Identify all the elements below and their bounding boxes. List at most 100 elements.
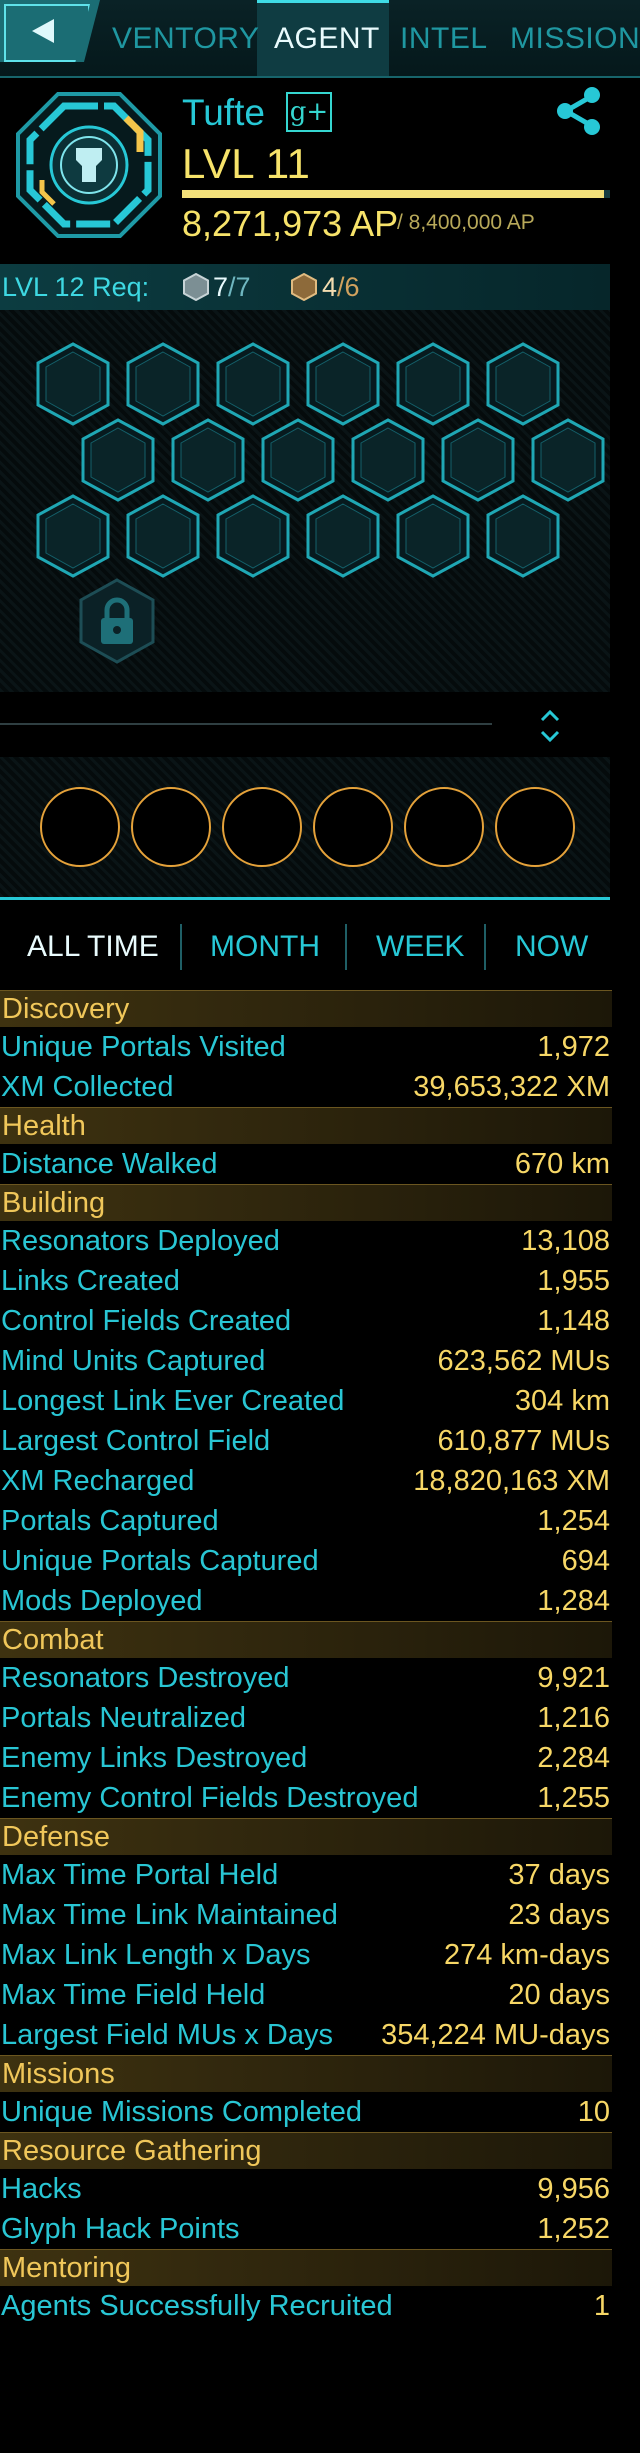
stat-row: Agents Successfully Recruited 1 — [0, 2286, 612, 2326]
stat-label: Unique Missions Completed — [1, 2096, 363, 2128]
agent-stats: Discovery Unique Portals Visited 1,972 XM C… — [0, 990, 612, 2326]
silver-have: 7 — [213, 272, 229, 302]
stat-label: Max Time Link Maintained — [1, 1899, 338, 1931]
stat-label: Max Time Portal Held — [1, 1859, 279, 1891]
stat-value: 610,877 MUs — [437, 1425, 611, 1457]
stat-label: Longest Link Ever Created — [1, 1385, 345, 1417]
stat-value: 9,956 — [537, 2173, 610, 2205]
section-header-missions: Missions — [0, 2055, 612, 2092]
filter-divider — [484, 924, 486, 970]
stat-value: 1,252 — [537, 2213, 610, 2245]
ap-max: / 8,400,000 AP — [397, 211, 535, 234]
share-icon[interactable] — [552, 84, 606, 138]
stat-label: Enemy Control Fields Destroyed — [1, 1782, 419, 1814]
mission-badge-rings — [0, 757, 610, 897]
gold-have: 4 — [322, 272, 338, 302]
stat-value: 670 km — [514, 1148, 610, 1180]
stat-label: XM Collected — [1, 1071, 174, 1103]
stat-label: Largest Field MUs x Days — [1, 2019, 333, 2051]
mission-badge-slot[interactable] — [404, 787, 484, 867]
filter-divider — [345, 924, 347, 970]
stat-row: Longest Link Ever Created 304 km — [0, 1381, 612, 1421]
stat-label: Distance Walked — [1, 1148, 218, 1180]
medal-slot[interactable] — [171, 418, 245, 502]
stat-row: Unique Missions Completed 10 — [0, 2092, 612, 2132]
stat-label: Unique Portals Visited — [1, 1031, 286, 1063]
medal-slot[interactable] — [126, 342, 200, 426]
stat-row: Mods Deployed 1,284 — [0, 1581, 612, 1621]
mission-badge-slot[interactable] — [313, 787, 393, 867]
medal-slot[interactable] — [531, 418, 605, 502]
stat-label: Unique Portals Captured — [1, 1545, 319, 1577]
tab-inventory[interactable]: VENTORY — [112, 22, 259, 56]
medal-slot[interactable] — [351, 418, 425, 502]
stat-row: XM Recharged 18,820,163 XM — [0, 1461, 612, 1501]
stat-value: 2,284 — [537, 1742, 610, 1774]
stat-row: XM Collected 39,653,322 XM — [0, 1067, 612, 1107]
medal-slot[interactable] — [261, 418, 335, 502]
medal-slot[interactable] — [441, 418, 515, 502]
medal-slot[interactable] — [216, 494, 290, 578]
stat-value: 304 km — [514, 1385, 610, 1417]
stat-label: Portals Neutralized — [1, 1702, 246, 1734]
time-filter-bar: ALL TIME MONTH WEEK NOW — [0, 897, 610, 989]
medal-scroll-strip — [0, 698, 610, 754]
stat-value: 18,820,163 XM — [413, 1465, 610, 1497]
gold-medal-icon — [291, 273, 317, 301]
stat-row: Links Created 1,955 — [0, 1261, 612, 1301]
stat-value: 1,955 — [537, 1265, 610, 1297]
stat-row: Mind Units Captured 623,562 MUs — [0, 1341, 612, 1381]
medal-slot[interactable] — [81, 418, 155, 502]
tab-intel[interactable]: INTEL — [400, 22, 488, 56]
mission-badge-slot[interactable] — [40, 787, 120, 867]
filter-week[interactable]: WEEK — [376, 930, 464, 964]
stat-label: Resonators Destroyed — [1, 1662, 290, 1694]
medal-slot[interactable] — [486, 494, 560, 578]
stat-value: 13,108 — [521, 1225, 610, 1257]
medal-slot[interactable] — [396, 342, 470, 426]
mission-badge-slot[interactable] — [131, 787, 211, 867]
stat-value: 694 — [561, 1545, 610, 1577]
expand-collapse-icon[interactable] — [538, 702, 562, 750]
stat-value: 1,255 — [537, 1782, 610, 1814]
medal-slot[interactable] — [36, 494, 110, 578]
filter-month[interactable]: MONTH — [210, 930, 320, 964]
medal-grid — [0, 310, 610, 692]
back-button[interactable] — [0, 0, 100, 62]
enlightened-badge-icon — [16, 92, 162, 238]
stat-label: Largest Control Field — [1, 1425, 271, 1457]
stat-value: 10 — [577, 2096, 610, 2128]
filter-now[interactable]: NOW — [515, 930, 588, 964]
tab-missions[interactable]: MISSION — [510, 22, 640, 56]
medal-slot[interactable] — [216, 342, 290, 426]
locked-medal-slot[interactable] — [79, 578, 155, 664]
medal-slot[interactable] — [126, 494, 200, 578]
section-header-building: Building — [0, 1184, 612, 1221]
medal-slot[interactable] — [306, 342, 380, 426]
stat-value: 274 km-days — [443, 1939, 610, 1971]
mission-badge-slot[interactable] — [222, 787, 302, 867]
stat-value: 23 days — [508, 1899, 610, 1931]
stat-value: 9,921 — [537, 1662, 610, 1694]
stat-label: XM Recharged — [1, 1465, 195, 1497]
mission-badge-slot[interactable] — [495, 787, 575, 867]
gplus-label: g+ — [289, 97, 329, 127]
filter-all-time[interactable]: ALL TIME — [27, 930, 159, 964]
section-header-health: Health — [0, 1107, 612, 1144]
medal-slot[interactable] — [36, 342, 110, 426]
medal-slot[interactable] — [486, 342, 560, 426]
stat-label: Control Fields Created — [1, 1305, 292, 1337]
medal-slot[interactable] — [396, 494, 470, 578]
stat-row: Largest Field MUs x Days 354,224 MU-days — [0, 2015, 612, 2055]
stat-label: Portals Captured — [1, 1505, 219, 1537]
tab-agent[interactable]: AGENT — [274, 22, 380, 56]
stat-value: 1,216 — [537, 1702, 610, 1734]
stat-value: 1 — [593, 2290, 610, 2322]
section-header-resource-gathering: Resource Gathering — [0, 2132, 612, 2169]
stat-value: 1,148 — [537, 1305, 610, 1337]
google-plus-button[interactable]: g+ — [286, 92, 332, 132]
stat-label: Hacks — [1, 2173, 82, 2205]
stat-label: Max Time Field Held — [1, 1979, 266, 2011]
medal-slot[interactable] — [306, 494, 380, 578]
ap-progress-fill — [182, 190, 604, 198]
